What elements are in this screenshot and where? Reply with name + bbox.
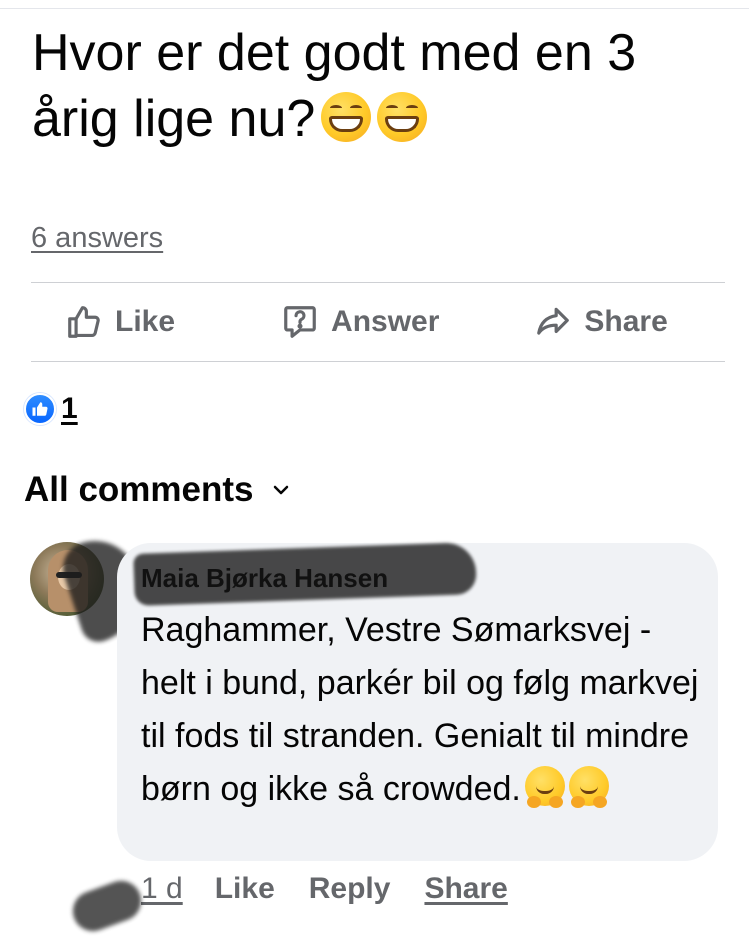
post-actions-bar: Like Answer Share [31,283,725,361]
post-text: Hvor er det godt med en 3 årig lige nu? [32,20,722,152]
reaction-count: 1 [61,392,78,425]
share-arrow-icon [537,307,570,335]
hugging-face-emoji-icon [568,766,609,808]
comment-meta-row: 1 d Like Reply Share [141,872,508,906]
answer-button[interactable]: Answer [281,303,439,341]
comment-timestamp[interactable]: 1 d [141,872,183,906]
grinning-face-emoji-icon [321,92,372,142]
thumbs-up-icon [68,306,100,338]
redaction-mark-bottom [67,875,147,937]
answer-label: Answer [331,305,440,338]
comments-sort-label: All comments [24,470,254,509]
like-button[interactable]: Like [65,303,175,341]
comment-text: Raghammer, Vestre Sømarksvej - helt i bu… [141,604,711,816]
share-label: Share [584,305,668,338]
reactions-summary[interactable]: 1 [24,392,78,426]
answers-count-link[interactable]: 6 answers [31,222,163,255]
comment-share-button[interactable]: Share [424,872,507,906]
top-divider [0,8,749,9]
like-label: Like [115,305,176,338]
like-reaction-icon [24,393,56,425]
comment-like-button[interactable]: Like [215,872,275,906]
comments-sort-dropdown[interactable]: All comments [24,470,290,510]
grinning-face-emoji-icon [377,92,428,142]
comment-text-content: Raghammer, Vestre Sømarksvej - helt i bu… [141,611,699,808]
hugging-face-emoji-icon [524,766,565,808]
commenter-name[interactable]: Maia Bjørka Hansen [141,563,388,594]
chevron-down-icon [273,485,288,495]
question-bubble-icon [284,306,316,338]
comment-reply-button[interactable]: Reply [309,872,391,906]
actions-bottom-divider [31,361,725,362]
share-button[interactable]: Share [534,303,668,341]
